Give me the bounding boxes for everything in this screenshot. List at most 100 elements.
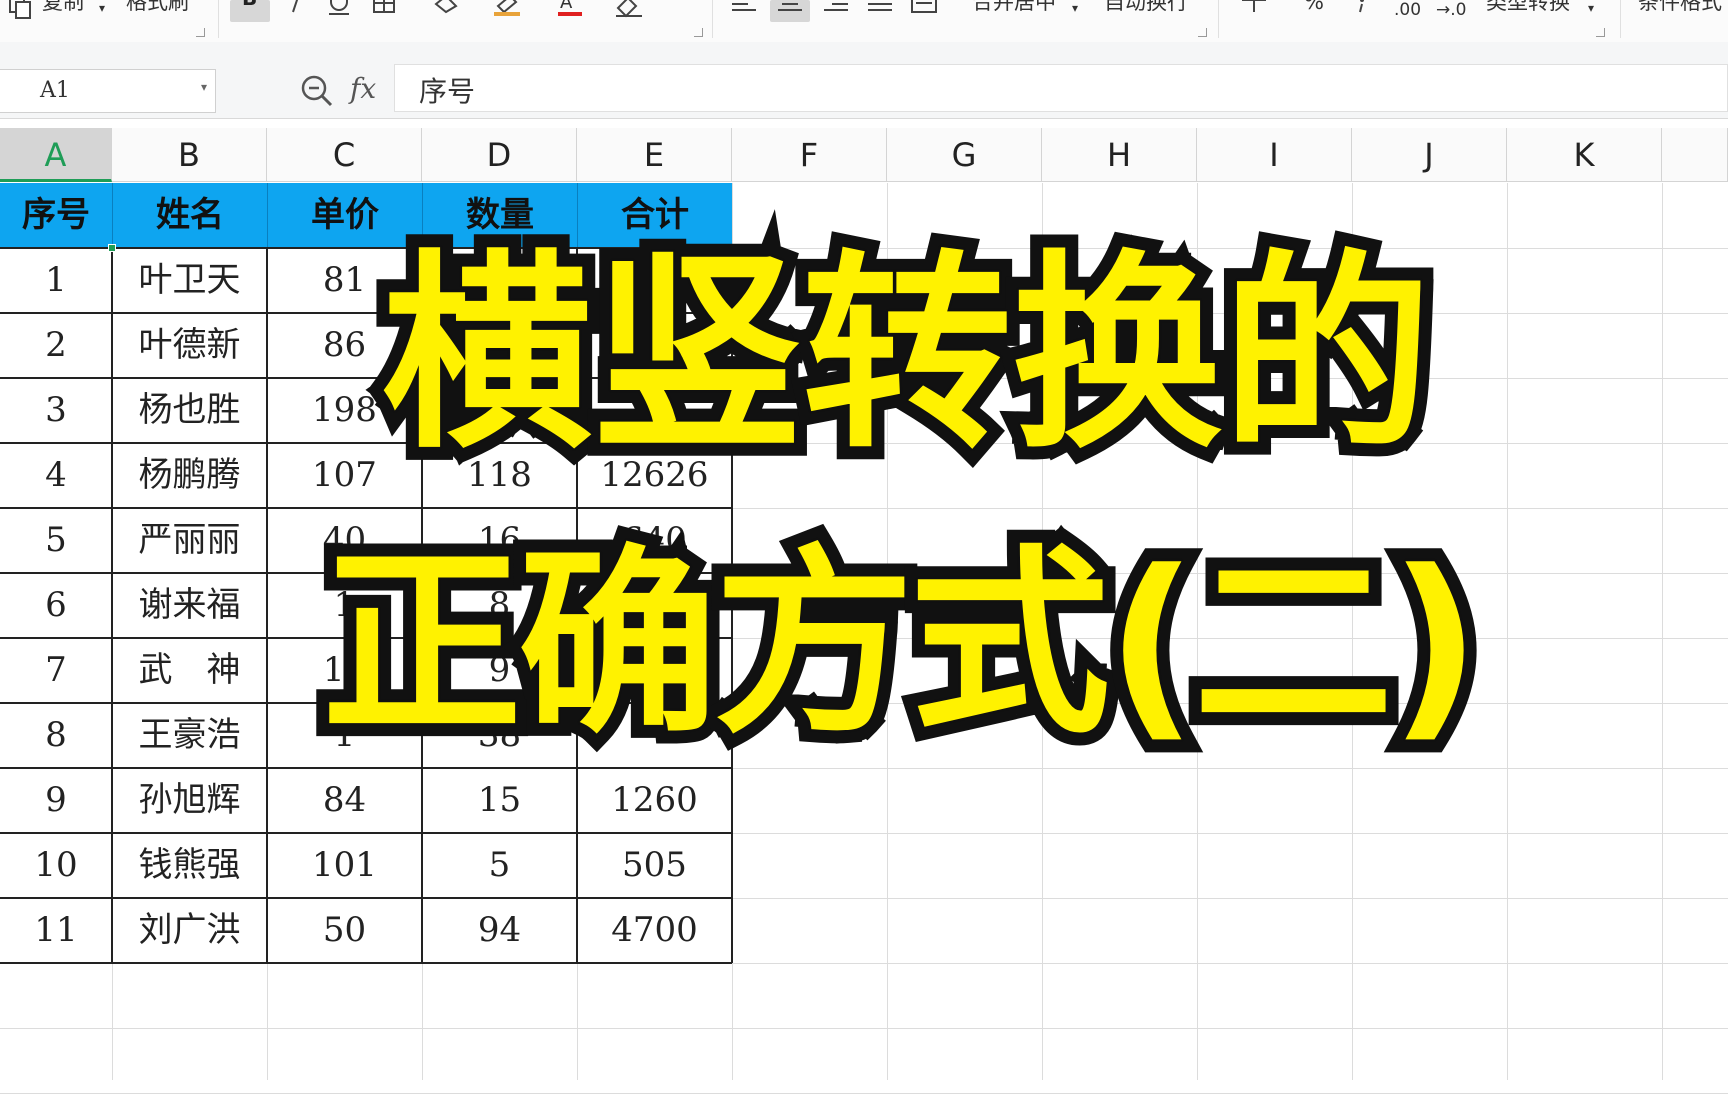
- table-cell[interactable]: 杨也胜: [112, 378, 267, 443]
- conditional-format-button[interactable]: 条件格式: [1638, 0, 1722, 14]
- formula-input-value: 序号: [419, 75, 476, 108]
- svg-text:B: B: [242, 0, 257, 9]
- border-icon[interactable]: [372, 0, 402, 22]
- thousands-separator-icon[interactable]: [1352, 0, 1372, 22]
- active-cell-fill-handle[interactable]: [108, 244, 116, 252]
- toolbar-divider: [1218, 0, 1219, 38]
- table-cell[interactable]: 94: [422, 898, 577, 963]
- currency-icon[interactable]: [1240, 0, 1270, 22]
- copy-button[interactable]: 复制: [42, 0, 84, 14]
- column-header-j[interactable]: J: [1352, 128, 1507, 182]
- name-box-value: A1: [40, 78, 70, 103]
- type-convert-dropdown-caret[interactable]: ▾: [1588, 0, 1594, 20]
- align-right-icon[interactable]: [822, 0, 852, 22]
- table-cell[interactable]: 15: [422, 768, 577, 833]
- copy-icon[interactable]: [6, 0, 36, 26]
- table-cell[interactable]: 叶德新: [112, 313, 267, 378]
- zoom-search-icon[interactable]: [300, 74, 334, 112]
- table-cell[interactable]: 武 神: [112, 638, 267, 703]
- grid-line: [1662, 183, 1663, 1080]
- column-header-c[interactable]: C: [267, 128, 422, 182]
- column-header-f[interactable]: F: [732, 128, 887, 182]
- table-cell[interactable]: 9: [0, 768, 112, 833]
- table-border: [266, 248, 268, 963]
- name-box[interactable]: A1 ▾: [0, 69, 216, 113]
- table-cell[interactable]: 谢来福: [112, 573, 267, 638]
- copy-dropdown-caret[interactable]: ▾: [99, 0, 105, 20]
- table-cell[interactable]: 叶卫天: [112, 248, 267, 313]
- table-cell[interactable]: 王豪浩: [112, 703, 267, 768]
- distributed-align-icon[interactable]: [910, 0, 940, 22]
- column-header-a[interactable]: A: [0, 128, 112, 182]
- table-header-cell[interactable]: 序号: [0, 183, 112, 248]
- table-border: [0, 962, 732, 964]
- table-cell[interactable]: 101: [267, 833, 422, 898]
- table-header-cell[interactable]: 姓名: [112, 183, 267, 248]
- table-cell[interactable]: 1: [0, 248, 112, 313]
- table-cell[interactable]: 11: [0, 898, 112, 963]
- overlay-title-line-2: 正确方式(二): [309, 515, 1494, 774]
- column-header-e[interactable]: E: [577, 128, 732, 182]
- italic-icon[interactable]: [288, 0, 304, 18]
- table-cell[interactable]: 84: [267, 768, 422, 833]
- table-border: [0, 507, 732, 509]
- table-cell[interactable]: 5: [422, 833, 577, 898]
- table-cell[interactable]: 杨鹏腾: [112, 443, 267, 508]
- column-header-d[interactable]: D: [422, 128, 577, 182]
- font-color-icon[interactable]: A: [556, 0, 586, 22]
- highlight-color-icon[interactable]: [492, 0, 526, 22]
- column-header-b[interactable]: B: [112, 128, 267, 182]
- column-header-g[interactable]: G: [887, 128, 1042, 182]
- column-header-h[interactable]: H: [1042, 128, 1197, 182]
- table-cell[interactable]: 1260: [577, 768, 732, 833]
- table-cell[interactable]: 10: [0, 833, 112, 898]
- type-convert-button[interactable]: 类型转换: [1486, 0, 1570, 14]
- table-cell[interactable]: 4700: [577, 898, 732, 963]
- overlay-title-line-1: 横竖转换的: [369, 219, 1445, 490]
- table-cell[interactable]: 50: [267, 898, 422, 963]
- clipboard-group-expander[interactable]: [196, 28, 205, 37]
- align-left-icon[interactable]: [730, 0, 760, 22]
- column-header-filler: [1662, 128, 1728, 182]
- table-border: [0, 897, 732, 899]
- format-painter-button[interactable]: 格式刷: [126, 0, 189, 14]
- merge-center-button[interactable]: 合并居中: [972, 0, 1056, 14]
- table-cell[interactable]: 6: [0, 573, 112, 638]
- table-cell[interactable]: 5: [0, 508, 112, 573]
- formula-input[interactable]: 序号: [394, 64, 1728, 112]
- table-cell[interactable]: 505: [577, 833, 732, 898]
- toolbar-divider: [712, 0, 713, 38]
- merge-dropdown-caret[interactable]: ▾: [1072, 0, 1078, 20]
- percent-button[interactable]: %: [1304, 0, 1324, 14]
- justify-icon[interactable]: [866, 0, 896, 22]
- bold-icon[interactable]: B: [240, 0, 262, 14]
- alignment-group-expander[interactable]: [1198, 28, 1207, 37]
- table-cell[interactable]: 钱熊强: [112, 833, 267, 898]
- underline-icon[interactable]: [326, 0, 352, 22]
- column-header-i[interactable]: I: [1197, 128, 1352, 182]
- table-cell[interactable]: 严丽丽: [112, 508, 267, 573]
- fill-color-icon[interactable]: [432, 0, 466, 22]
- table-border: [111, 248, 113, 963]
- formula-bar: A1 ▾ fx 序号: [0, 42, 1728, 119]
- align-center-icon[interactable]: [776, 0, 806, 22]
- table-cell[interactable]: 4: [0, 443, 112, 508]
- table-cell[interactable]: 8: [0, 703, 112, 768]
- fx-function-icon[interactable]: fx: [350, 72, 376, 105]
- ribbon-toolbar: 复制 ▾ 格式刷 B A 合并居中 ▾ 自动换行: [0, 0, 1728, 43]
- clear-format-icon[interactable]: [612, 0, 648, 22]
- table-cell[interactable]: 2: [0, 313, 112, 378]
- table-cell[interactable]: 3: [0, 378, 112, 443]
- decrease-decimal-button[interactable]: →.0: [1436, 0, 1466, 22]
- wrap-text-button[interactable]: 自动换行: [1104, 0, 1188, 14]
- table-cell[interactable]: 刘广洪: [112, 898, 267, 963]
- font-group-expander[interactable]: [694, 28, 703, 37]
- name-box-dropdown-icon[interactable]: ▾: [201, 80, 207, 94]
- table-border: [0, 832, 732, 834]
- increase-decimal-button[interactable]: .00: [1394, 0, 1421, 22]
- svg-text:A: A: [560, 0, 573, 13]
- number-group-expander[interactable]: [1596, 28, 1605, 37]
- table-cell[interactable]: 孙旭辉: [112, 768, 267, 833]
- column-header-k[interactable]: K: [1507, 128, 1662, 182]
- table-cell[interactable]: 7: [0, 638, 112, 703]
